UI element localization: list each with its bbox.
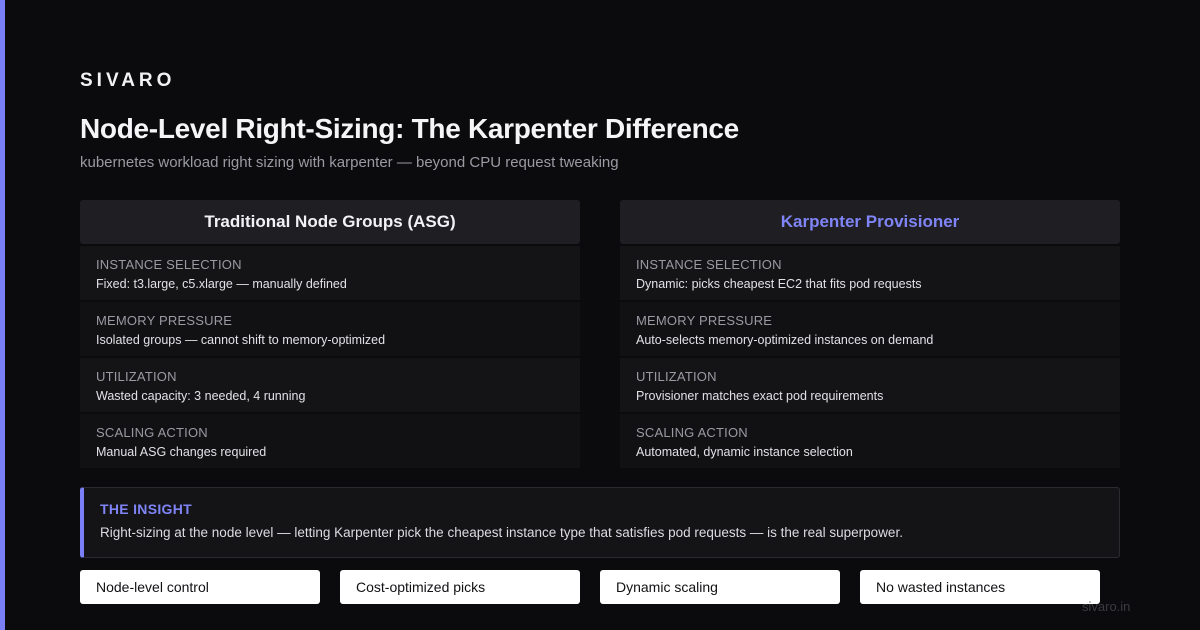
- row-value: Wasted capacity: 3 needed, 4 running: [96, 389, 306, 403]
- row-value: Fixed: t3.large, c5.xlarge — manually de…: [96, 277, 347, 291]
- traditional-column: Traditional Node Groups (ASG) INSTANCE S…: [80, 200, 580, 468]
- row-value: Isolated groups — cannot shift to memory…: [96, 333, 386, 347]
- row-value: Dynamic: picks cheapest EC2 that fits po…: [636, 277, 922, 291]
- feature-chips: Node-level control Cost-optimized picks …: [80, 570, 1120, 604]
- traditional-row-scaling-action: SCALING ACTION Manual ASG changes requir…: [80, 414, 580, 468]
- chip-node-level-control: Node-level control: [80, 570, 320, 604]
- karpenter-column: Karpenter Provisioner INSTANCE SELECTION…: [620, 200, 1120, 468]
- row-label: INSTANCE SELECTION: [96, 257, 242, 272]
- traditional-row-instance-selection: INSTANCE SELECTION Fixed: t3.large, c5.x…: [80, 246, 580, 300]
- karpenter-header: Karpenter Provisioner: [620, 200, 1120, 244]
- karpenter-row-instance-selection: INSTANCE SELECTION Dynamic: picks cheape…: [620, 246, 1120, 300]
- traditional-row-utilization: UTILIZATION Wasted capacity: 3 needed, 4…: [80, 358, 580, 412]
- karpenter-row-scaling-action: SCALING ACTION Automated, dynamic instan…: [620, 414, 1120, 468]
- page-title: Node-Level Right-Sizing: The Karpenter D…: [80, 113, 739, 144]
- row-label: MEMORY PRESSURE: [636, 313, 773, 328]
- row-label: SCALING ACTION: [636, 425, 748, 440]
- row-label: UTILIZATION: [636, 369, 717, 384]
- domain-watermark: sivaro.in: [1082, 599, 1131, 614]
- row-value: Manual ASG changes required: [96, 445, 267, 459]
- chip-dynamic-scaling: Dynamic scaling: [600, 570, 840, 604]
- karpenter-row-memory-pressure: MEMORY PRESSURE Auto-selects memory-opti…: [620, 302, 1120, 356]
- row-label: INSTANCE SELECTION: [636, 257, 782, 272]
- traditional-row-memory-pressure: MEMORY PRESSURE Isolated groups — cannot…: [80, 302, 580, 356]
- accent-bar: [0, 0, 5, 630]
- row-label: SCALING ACTION: [96, 425, 208, 440]
- insight-text: Right-sizing at the node level — letting…: [100, 525, 903, 540]
- row-value: Auto-selects memory-optimized instances …: [636, 333, 934, 347]
- traditional-header: Traditional Node Groups (ASG): [80, 200, 580, 244]
- row-label: UTILIZATION: [96, 369, 177, 384]
- insight-callout: THE INSIGHT Right-sizing at the node lev…: [80, 487, 1120, 558]
- chip-cost-optimized-picks: Cost-optimized picks: [340, 570, 580, 604]
- brand-logo: SIVARO: [80, 70, 176, 91]
- chip-no-wasted-instances: No wasted instances: [860, 570, 1100, 604]
- insight-title: THE INSIGHT: [100, 501, 192, 517]
- karpenter-row-utilization: UTILIZATION Provisioner matches exact po…: [620, 358, 1120, 412]
- page-subtitle: kubernetes workload right sizing with ka…: [80, 154, 619, 171]
- row-value: Automated, dynamic instance selection: [636, 445, 853, 459]
- row-label: MEMORY PRESSURE: [96, 313, 233, 328]
- row-value: Provisioner matches exact pod requiremen…: [636, 389, 884, 403]
